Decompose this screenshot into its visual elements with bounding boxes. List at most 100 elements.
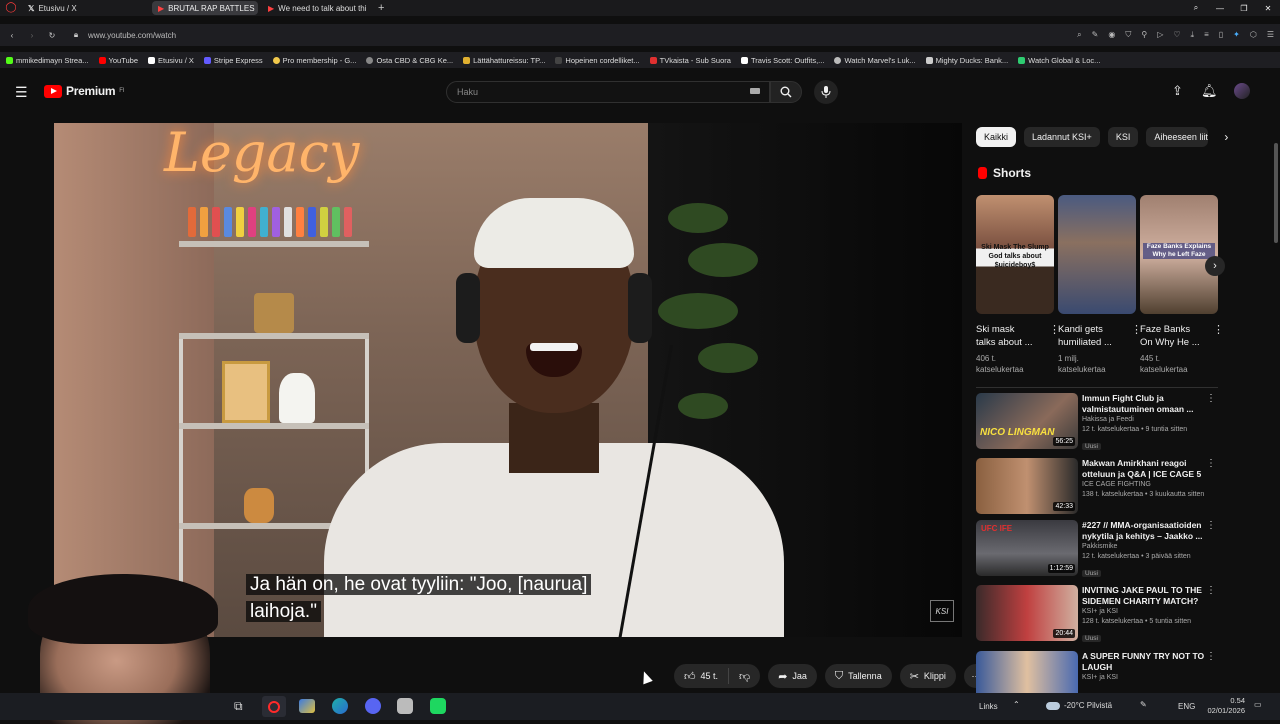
notifications-bell-icon[interactable]: 🔔︎	[1201, 83, 1218, 99]
search-input[interactable]: Haku	[446, 81, 770, 103]
bookmark-item[interactable]: Travis Scott: Outfits,...	[740, 56, 824, 65]
address-bar[interactable]: www.youtube.com/watch	[88, 31, 688, 40]
bookmark-item[interactable]: Etusivu / X	[148, 56, 194, 65]
opera-app-icon[interactable]	[262, 696, 286, 717]
more-icon[interactable]: ⋮	[1206, 651, 1216, 662]
recommendation-item[interactable]: UFC IFE 1:12:59 #227 // MMA-organisaatio…	[976, 520, 1216, 578]
share-button[interactable]: ➦ Jaa	[768, 664, 817, 688]
tab-we-need-to-talk[interactable]: ▶ We need to talk about thi	[262, 1, 372, 15]
chevron-up-icon[interactable]: ⌃	[1013, 700, 1020, 709]
like-button[interactable]: 👍︎ 45 t.	[674, 668, 730, 684]
new-tab-button[interactable]: +	[378, 2, 384, 14]
back-button[interactable]: ‹	[2, 31, 22, 40]
edge-app-icon[interactable]	[332, 698, 348, 714]
bookmark-icon: ⛉	[834, 669, 844, 682]
chip-related[interactable]: Aiheeseen liit	[1146, 127, 1209, 147]
bookmark-item[interactable]: Stripe Express	[203, 56, 263, 65]
tab-x[interactable]: 𝕏 Etusivu / X	[22, 1, 122, 15]
weather-widget[interactable]: -20°C Pilvistä	[1046, 701, 1112, 710]
bookmark-item[interactable]: YouTube	[98, 56, 138, 65]
recommendation-item[interactable]: 20:44 INVITING JAKE PAUL TO THE SIDEMEN C…	[976, 585, 1216, 643]
bookmark-item[interactable]: Pro membership - G...	[272, 56, 356, 65]
keyboard-icon[interactable]	[750, 88, 760, 94]
heart-icon[interactable]: ♡	[1173, 30, 1180, 40]
hamburger-menu-icon[interactable]: ☰	[15, 84, 28, 101]
discord-app-icon[interactable]	[365, 698, 381, 714]
pen-icon[interactable]: ✎	[1140, 700, 1147, 709]
bookmark-item[interactable]: Hopeinen cordelliket...	[555, 56, 640, 65]
clip-button[interactable]: ✂ Klippi	[899, 664, 956, 688]
reload-button[interactable]: ↻	[42, 31, 62, 40]
cube-icon[interactable]: ⬡	[1250, 30, 1257, 40]
language-indicator[interactable]: ENG	[1178, 702, 1195, 711]
profile-icon[interactable]: ☰	[1267, 30, 1274, 40]
app-icon[interactable]	[430, 698, 446, 714]
dislike-button[interactable]: 👎︎	[729, 670, 760, 683]
short-item[interactable]: Kandi gets humiliated ... 1 milj. katseluk…	[1058, 195, 1142, 375]
channel-watermark[interactable]: KSI	[930, 600, 954, 622]
search-button[interactable]	[770, 81, 802, 103]
download-icon[interactable]: ⤓	[1191, 30, 1195, 40]
save-button[interactable]: ⛉ Tallenna	[824, 664, 892, 688]
youtube-logo[interactable]: Premium FI	[44, 84, 125, 98]
chip-all[interactable]: Kaikki	[976, 127, 1017, 147]
menu-icon[interactable]: ≡	[1204, 30, 1209, 40]
chips-next-icon[interactable]: ›	[1216, 127, 1236, 147]
bookmark-item[interactable]: Watch Global & Loc...	[1018, 56, 1100, 65]
links-toolbar[interactable]: Links	[979, 702, 998, 711]
ai-icon[interactable]: ✦	[1233, 30, 1240, 40]
logo-text: Premium	[66, 84, 116, 98]
voice-search-button[interactable]	[814, 80, 838, 104]
bookmark-item[interactable]: Mighty Ducks: Bank...	[925, 56, 1008, 65]
browser-logo-icon[interactable]: ◯	[4, 1, 18, 15]
globe-icon	[366, 56, 374, 64]
search-tabs-icon[interactable]: ⌕	[1184, 3, 1208, 13]
bookmark-item[interactable]: Osta CBD & CBG Ke...	[366, 56, 453, 65]
more-icon[interactable]: ⋮	[1206, 520, 1216, 531]
page-icon	[740, 56, 748, 64]
clock[interactable]: 0.54 02/01/2026	[1205, 696, 1245, 716]
more-icon[interactable]: ⋮	[1206, 458, 1216, 469]
more-icon[interactable]: ⋮	[1213, 323, 1224, 336]
minimize-button[interactable]: —	[1208, 4, 1232, 13]
recommendation-item[interactable]: A SUPER FUNNY TRY NOT TO LAUGH KSI+ ja KS…	[976, 651, 1216, 693]
bookmark-item[interactable]: TVkaista - Sub Suora	[649, 56, 731, 65]
shield-icon[interactable]: ⛉	[1125, 30, 1131, 40]
upload-icon[interactable]: ⇪	[1172, 83, 1183, 99]
edit-icon[interactable]: ✎	[1092, 30, 1099, 40]
forward-button[interactable]: ›	[22, 31, 42, 40]
bookmark-item[interactable]: mmikedimayn Strea...	[6, 56, 89, 65]
page-scrollbar[interactable]	[1272, 123, 1280, 693]
video-meta: 138 t. katselukertaa • 3 kuukautta sitte…	[1082, 491, 1205, 498]
translate-icon[interactable]: ⚲	[1141, 30, 1147, 40]
steam-app-icon[interactable]	[397, 698, 413, 714]
short-item[interactable]: Ski Mask The Slump God talks about $uici…	[976, 195, 1060, 375]
notification-icon[interactable]: ▭	[1254, 700, 1262, 709]
scrollbar-thumb[interactable]	[1274, 143, 1278, 243]
bookmark-item[interactable]: Lättähattureissu: TP...	[463, 56, 545, 65]
recommendation-item[interactable]: NICO LINGMAN 56:25 Immun Fight Club ja va…	[976, 393, 1216, 451]
camera-icon[interactable]: ◉	[1108, 30, 1115, 40]
files-app-icon[interactable]	[299, 699, 315, 713]
shorts-next-button[interactable]: ›	[1205, 256, 1225, 276]
battery-icon[interactable]: ▯	[1219, 30, 1223, 40]
chip-uploaded-by[interactable]: Ladannut KSI+	[1024, 127, 1100, 147]
close-window-button[interactable]: ✕	[1256, 4, 1280, 13]
more-icon[interactable]: ⋮	[1206, 585, 1216, 596]
short-item[interactable]: Faze Banks Explains Why he Left Faze Faz…	[1140, 195, 1224, 375]
chip-ksi[interactable]: KSI	[1107, 127, 1139, 147]
recommendation-item[interactable]: 42:33 Makwan Amirkhani reagoi otteluun ja…	[976, 458, 1216, 516]
short-views: 445 t. katselukertaa	[1140, 354, 1188, 374]
caption-line-1: Ja hän on, he ovat tyyliin: "Joo, [nauru…	[246, 574, 592, 595]
tab-rap-battles[interactable]: ▶ BRUTAL RAP BATTLES	[152, 1, 258, 15]
bookmark-item[interactable]: Watch Marvel's Luk...	[834, 56, 916, 65]
avatar[interactable]	[1234, 83, 1250, 99]
maximize-button[interactable]: ❐	[1232, 4, 1256, 13]
more-icon[interactable]: ⋮	[1206, 393, 1216, 404]
video-player[interactable]: Legacy Ja hän on, he ovat tyyliin: "Joo,…	[54, 123, 962, 637]
caption-line-2: laihoja."	[246, 601, 321, 622]
extension-icons[interactable]: ⌕ ✎ ◉ ⛉ ⚲ ▷ ♡ ⤓ ≡ ▯ ✦ ⬡ ☰	[1077, 30, 1274, 40]
task-view-icon[interactable]: ⧉	[234, 699, 243, 714]
play-icon[interactable]: ▷	[1157, 30, 1163, 40]
zoom-icon[interactable]: ⌕	[1077, 30, 1081, 40]
